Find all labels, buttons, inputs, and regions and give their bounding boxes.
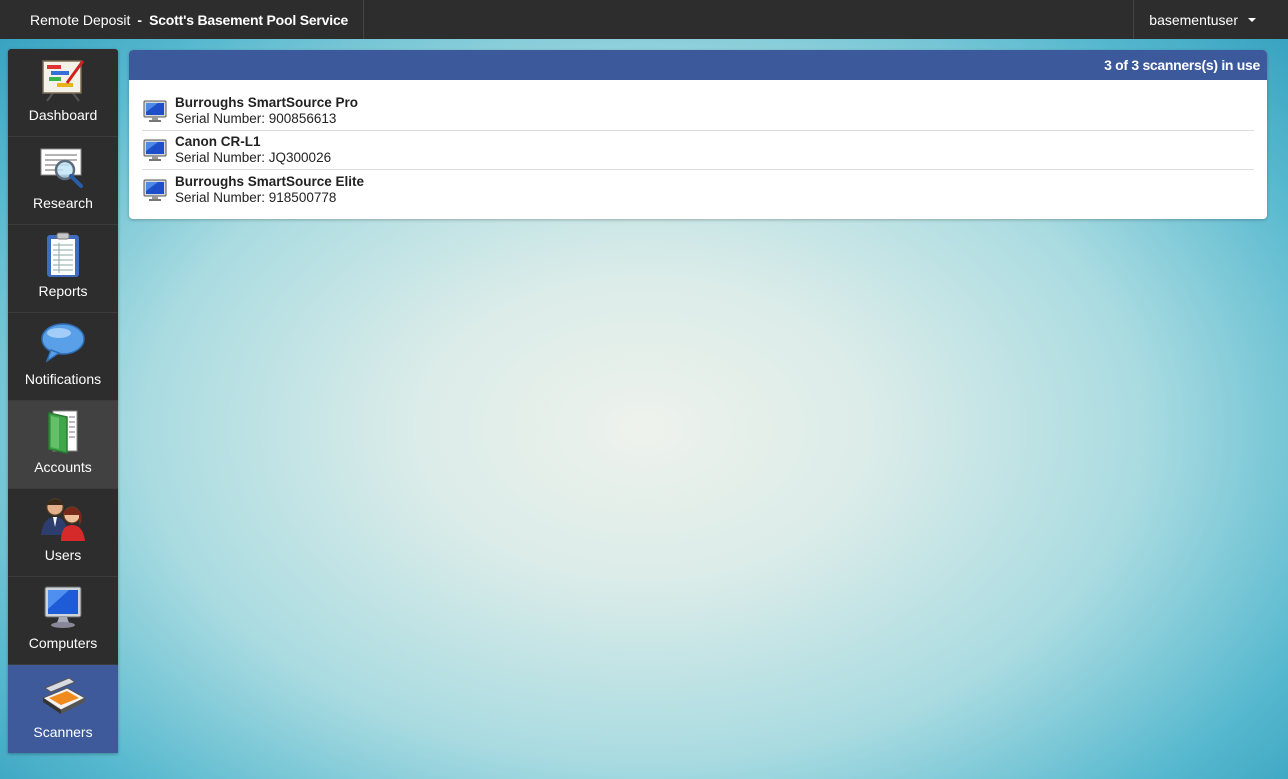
scanner-name: Canon CR-L1 — [175, 134, 261, 149]
scanner-usage-status: 3 of 3 scanners(s) in use — [1104, 57, 1260, 73]
sidebar-item-research[interactable]: Research — [8, 137, 118, 225]
monitor-icon — [143, 99, 167, 123]
scanner-row[interactable]: Canon CR-L1 Serial Number: JQ300026 — [142, 131, 1254, 170]
sidebar-item-label: Dashboard — [28, 107, 98, 123]
sidebar-item-label: Accounts — [34, 459, 92, 475]
top-bar: Remote Deposit - Scott's Basement Pool S… — [0, 0, 1288, 39]
scanner-serial: Serial Number: 918500778 — [175, 189, 337, 205]
scanner-name: Burroughs SmartSource Elite — [175, 173, 365, 189]
monitor-icon — [39, 583, 87, 631]
clipboard-report-icon — [39, 231, 87, 279]
user-menu-dropdown[interactable]: basementuser — [1133, 0, 1288, 39]
panel-header: 3 of 3 scanners(s) in use — [129, 50, 1267, 80]
dashboard-chart-icon — [39, 55, 87, 103]
sidebar-item-label: Notifications — [24, 371, 102, 387]
sidebar-item-scanners[interactable]: Scanners — [8, 665, 118, 753]
caret-down-icon — [1248, 17, 1256, 22]
scanner-list: Burroughs SmartSource Pro Serial Number:… — [129, 80, 1267, 209]
scanners-panel: 3 of 3 scanners(s) in use Burroughs Smar… — [129, 50, 1267, 219]
sidebar-item-label: Scanners — [33, 724, 93, 740]
sidebar-item-label: Research — [33, 195, 93, 211]
scanner-name: Burroughs SmartSource Pro — [175, 95, 359, 110]
scanner-icon — [39, 672, 87, 720]
brand-title[interactable]: Remote Deposit - Scott's Basement Pool S… — [0, 0, 365, 39]
scanner-row[interactable]: Burroughs SmartSource Elite Serial Numbe… — [142, 170, 1254, 209]
sidebar-item-dashboard[interactable]: Dashboard — [8, 49, 118, 137]
sidebar-item-notifications[interactable]: Notifications — [8, 313, 118, 401]
sidebar-item-label: Reports — [38, 283, 88, 299]
sidebar-item-label: Users — [44, 547, 82, 563]
sidebar-item-label: Computers — [28, 635, 98, 651]
sidebar-item-reports[interactable]: Reports — [8, 225, 118, 313]
sidebar-item-accounts[interactable]: Accounts — [8, 401, 118, 489]
sidebar-item-computers[interactable]: Computers — [8, 577, 118, 665]
users-icon — [39, 495, 87, 543]
scanner-serial: Serial Number: JQ300026 — [175, 150, 332, 165]
monitor-icon — [143, 138, 167, 162]
scanner-row[interactable]: Burroughs SmartSource Pro Serial Number:… — [142, 92, 1254, 131]
app-name: Remote Deposit — [30, 11, 131, 28]
sidebar-nav: Dashboard Research Reports Notifications… — [8, 49, 118, 753]
sidebar-item-users[interactable]: Users — [8, 489, 118, 577]
title-separator: - — [137, 11, 143, 28]
username: basementuser — [1149, 11, 1238, 28]
monitor-icon — [143, 178, 167, 202]
company-name: Scott's Basement Pool Service — [149, 11, 349, 28]
speech-bubble-icon — [39, 319, 87, 367]
scanner-serial: Serial Number: 900856613 — [175, 111, 337, 126]
green-folder-icon — [39, 407, 87, 455]
magnifier-document-icon — [39, 143, 87, 191]
